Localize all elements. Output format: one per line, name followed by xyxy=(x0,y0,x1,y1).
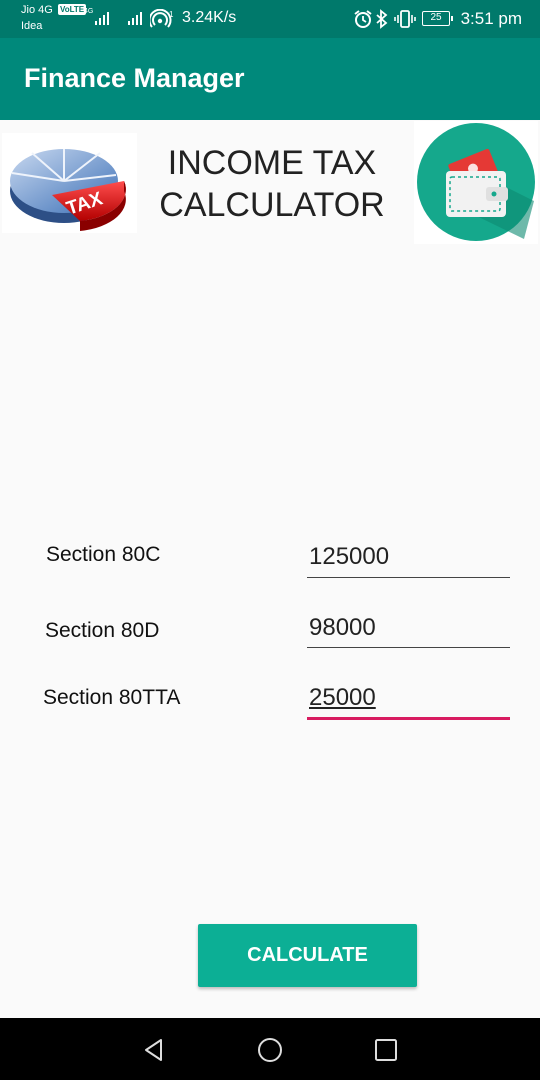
page-title-line-1: INCOME TAX xyxy=(167,144,377,182)
app-bar: Finance Manager xyxy=(0,38,540,120)
section-80tta-input[interactable]: 25000 xyxy=(307,684,510,720)
section-80tta-label: Section 80TTA xyxy=(43,686,181,709)
page-title-line-2: CALCULATOR xyxy=(159,186,385,224)
wallet-icon xyxy=(414,121,538,244)
vibrate-icon xyxy=(394,10,416,28)
battery-icon: 25 xyxy=(422,11,453,26)
section-80c-input[interactable]: 125000 xyxy=(307,543,510,578)
navigation-bar xyxy=(0,1018,540,1080)
carrier-name-1: Jio 4G xyxy=(21,4,53,16)
home-icon[interactable] xyxy=(256,1036,284,1064)
signal-icon xyxy=(95,11,109,25)
carrier-name-2: Idea xyxy=(21,20,43,32)
signal-icon xyxy=(128,11,142,25)
app-title: Finance Manager xyxy=(24,63,245,93)
network-type-label: 4G xyxy=(84,8,94,15)
section-80d-label: Section 80D xyxy=(45,619,160,642)
network-speed: 3.24K/s xyxy=(182,9,237,26)
bluetooth-icon xyxy=(376,9,388,29)
wifi-hotspot-icon: 1 xyxy=(150,9,174,28)
status-bar: Jio 4G VoLTE Idea 4G 1 3.24K/s 25 3:51 p… xyxy=(0,0,540,38)
section-80c-label: Section 80C xyxy=(46,543,161,566)
section-80tta-value[interactable]: 25000 xyxy=(307,684,510,712)
recents-icon[interactable] xyxy=(372,1036,400,1064)
svg-text:1: 1 xyxy=(169,10,174,19)
clock: 3:51 pm xyxy=(460,9,522,28)
tax-pie-icon: TAX xyxy=(2,133,137,233)
section-80d-value[interactable]: 98000 xyxy=(307,614,510,642)
calculate-button[interactable]: CALCULATE xyxy=(198,924,417,987)
section-80tta-underline xyxy=(307,717,510,720)
volte-badge: VoLTE xyxy=(58,4,87,15)
section-80c-underline xyxy=(307,577,510,578)
section-80d-underline xyxy=(307,647,510,648)
alarm-icon xyxy=(354,10,372,28)
section-80d-input[interactable]: 98000 xyxy=(307,614,510,648)
section-80c-value[interactable]: 125000 xyxy=(307,543,510,571)
page-title: INCOME TAX CALCULATOR xyxy=(148,142,396,226)
back-icon[interactable] xyxy=(140,1036,168,1064)
